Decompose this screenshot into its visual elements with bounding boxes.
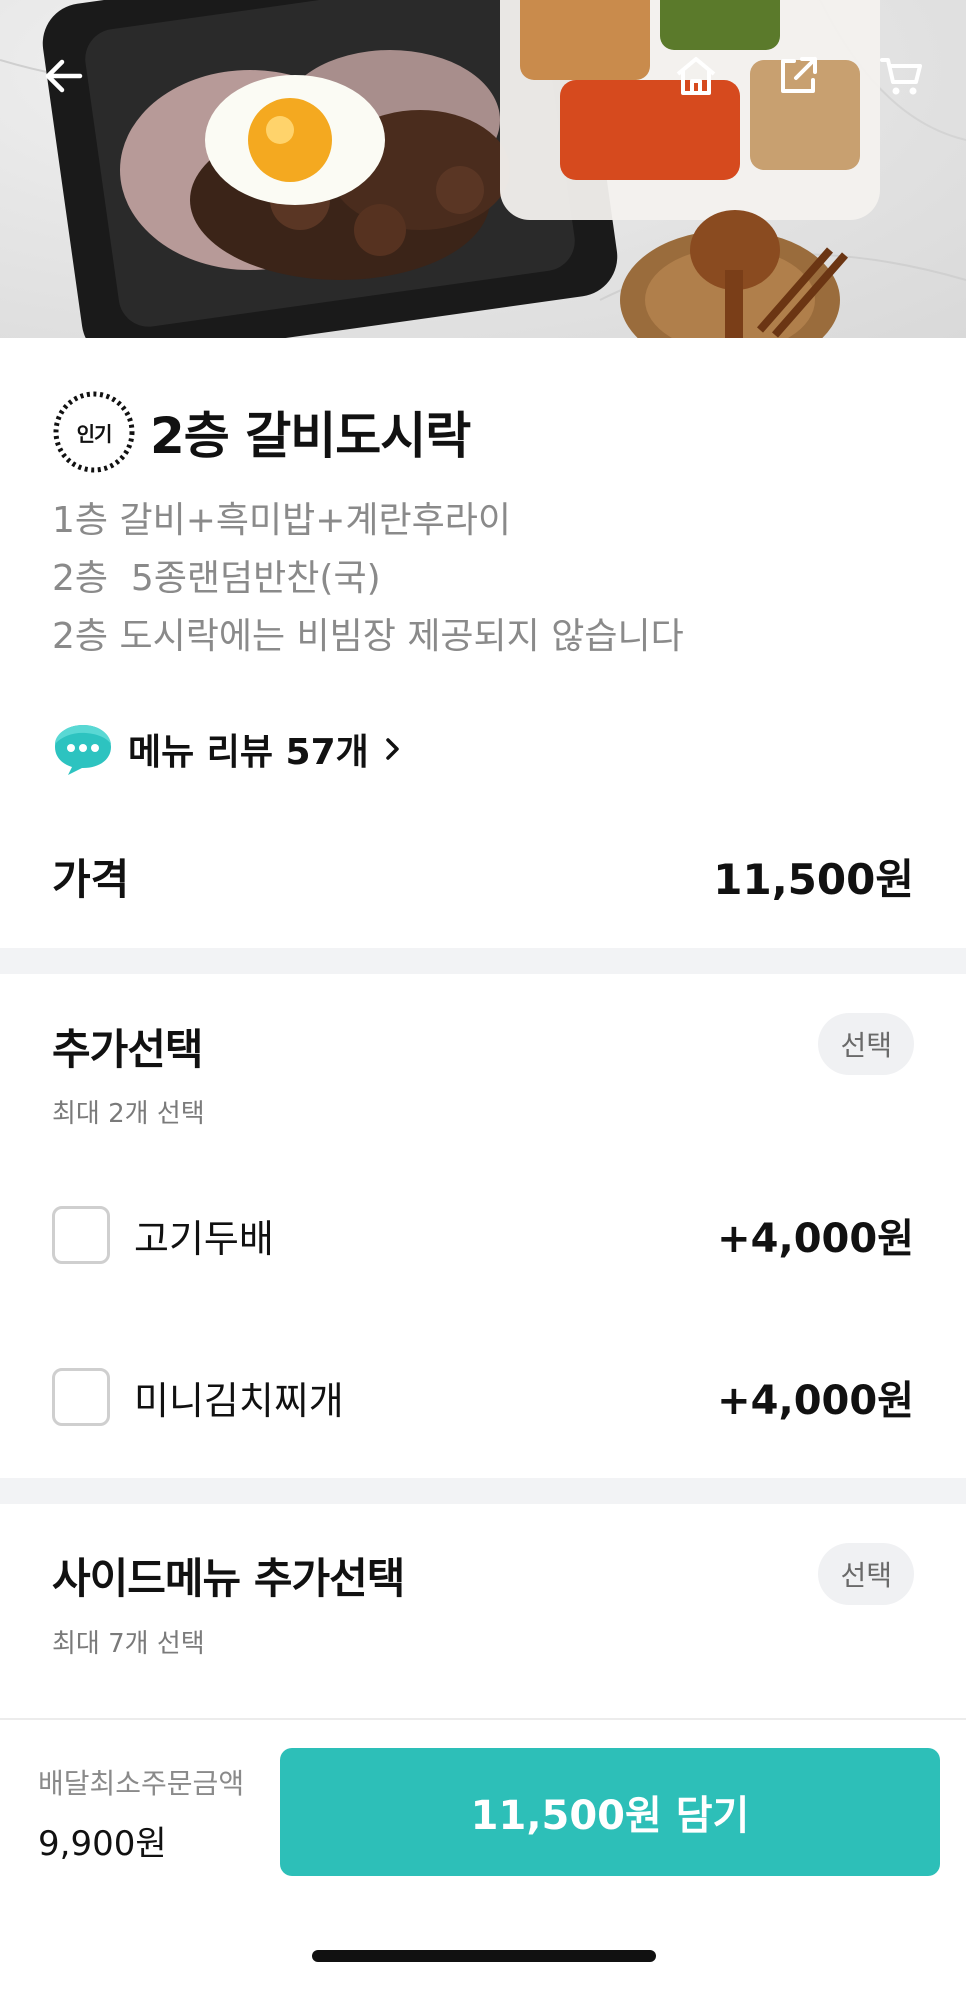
chevron-right-icon	[386, 738, 399, 760]
menu-title-row: 인기 2층 갈비도시락	[52, 390, 471, 474]
review-count: 메뉴 리뷰 57개	[128, 732, 369, 773]
cart-button[interactable]	[866, 40, 938, 112]
option-price: +4,000원	[717, 1378, 914, 1424]
share-icon	[781, 57, 817, 93]
section-divider	[0, 1478, 966, 1504]
option-group-subtitle: 최대 2개 선택	[52, 1099, 205, 1129]
option-name: 고기두배	[134, 1216, 274, 1261]
menu-description: 1층 갈비+흑미밥+계란후라이 2층 5종랜덤반찬(국) 2층 도시락에는 비빔…	[52, 492, 684, 666]
popular-badge: 인기	[52, 390, 136, 474]
option-price: +4,000원	[717, 1216, 914, 1262]
description-line: 1층 갈비+흑미밥+계란후라이	[52, 500, 511, 541]
price-value: 11,500원	[713, 855, 914, 904]
section-divider	[0, 948, 966, 974]
badge-label: 인기	[76, 421, 113, 446]
cart-icon	[880, 58, 922, 95]
description-line: 2층 도시락에는 비빔장 제공되지 않습니다	[52, 616, 684, 657]
option-name: 미니김치찌개	[134, 1378, 344, 1423]
select-pill[interactable]: 선택	[818, 1543, 914, 1605]
select-pill[interactable]: 선택	[818, 1013, 914, 1075]
option-group-title: 사이드메뉴 추가선택	[52, 1554, 405, 1603]
option-group-subtitle: 최대 7개 선택	[52, 1629, 205, 1659]
share-button[interactable]	[762, 40, 834, 112]
option-group-title: 추가선택	[52, 1025, 204, 1074]
price-row: 가격 11,500원	[52, 846, 914, 907]
menu-review-link[interactable]: 메뉴 리뷰 57개	[52, 722, 403, 776]
min-order-label: 배달최소주문금액	[38, 1767, 245, 1800]
arrow-left-icon	[45, 59, 83, 93]
description-line: 2층 5종랜덤반찬(국)	[52, 558, 381, 599]
add-to-cart-button[interactable]: 11,500원 담기	[280, 1748, 940, 1876]
menu-title: 2층 갈비도시락	[150, 407, 471, 465]
home-button[interactable]	[660, 40, 732, 112]
home-icon	[676, 57, 716, 95]
option-checkbox[interactable]	[52, 1368, 110, 1426]
speech-bubble-icon	[55, 725, 111, 775]
price-label: 가격	[52, 855, 130, 904]
option-checkbox[interactable]	[52, 1206, 110, 1264]
option-row-double-meat[interactable]: 고기두배 +4,000원	[52, 1200, 914, 1270]
back-button[interactable]	[28, 40, 100, 112]
option-row-mini-kimchi-stew[interactable]: 미니김치찌개 +4,000원	[52, 1362, 914, 1432]
home-indicator[interactable]	[312, 1950, 656, 1962]
min-order-value: 9,900원	[38, 1824, 167, 1864]
